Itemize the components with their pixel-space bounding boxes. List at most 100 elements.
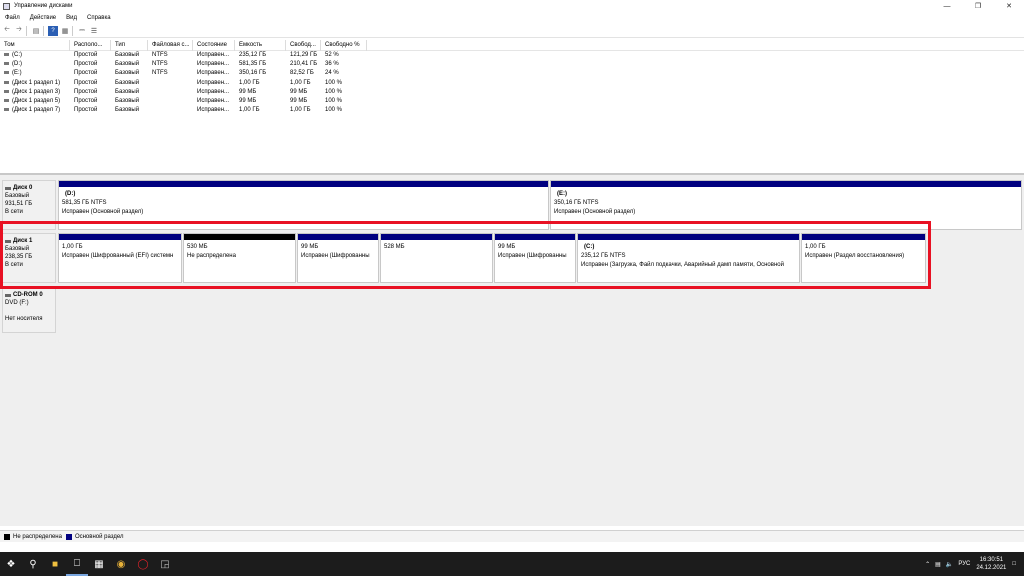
start-windows-icon[interactable]: ❖: [0, 552, 22, 576]
settings-list-icon[interactable]: ☰: [89, 26, 99, 36]
menu-action[interactable]: Действие: [25, 15, 61, 21]
table-cell: Простой: [70, 69, 111, 78]
partition-5[interactable]: 99 МБ Исправен (Шифрованны: [494, 233, 576, 283]
table-cell: Исправен...: [193, 79, 235, 88]
column-header-layout[interactable]: Располо...: [70, 39, 111, 51]
legend-primary-swatch: [65, 533, 72, 540]
app-icon[interactable]: ◲: [154, 552, 176, 576]
network-icon[interactable]: ▤: [935, 561, 941, 568]
column-header-capacity[interactable]: Емкость: [235, 39, 286, 51]
partition-3[interactable]: 99 МБ Исправен (Шифрованны: [297, 233, 379, 283]
table-row[interactable]: (Диск 1 раздел 1) Простой Базовый Исправен.…: [0, 79, 1024, 88]
forward-arrow-icon[interactable]: 🡢: [14, 26, 24, 36]
partition-e[interactable]: (E:) 350,16 ГБ NTFS Исправен (Основной р…: [550, 180, 1022, 230]
table-cell: Исправен...: [193, 51, 235, 60]
disk-0-label[interactable]: Диск 0 Базовый 931,51 ГБ В сети: [2, 180, 56, 230]
cell-text: (C:): [12, 52, 22, 59]
table-row[interactable]: (Диск 1 раздел 7) Простой Базовый Исправен.…: [0, 106, 1024, 115]
cell-text: 581,35 ГБ: [239, 61, 267, 68]
cell-text: 36 %: [325, 61, 339, 68]
disk-1-label[interactable]: Диск 1 Базовый 238,35 ГБ В сети: [2, 233, 56, 283]
volume-icon: [4, 62, 9, 66]
minimize-button[interactable]: —: [932, 0, 962, 12]
file-explorer-icon[interactable]: ■: [44, 552, 66, 576]
calculator-icon[interactable]: ▦: [88, 552, 110, 576]
clock[interactable]: 16:30:51 24.12.2021: [976, 556, 1006, 572]
table-cell: (Диск 1 раздел 5): [0, 97, 70, 106]
partition-recovery[interactable]: 1,00 ГБ Исправен (Раздел восстановления): [801, 233, 926, 283]
partition-d[interactable]: (D:) 581,35 ГБ NTFS Исправен (Основной р…: [58, 180, 549, 230]
connect-disk-icon[interactable]: ⎓: [77, 26, 87, 36]
cell-text: 99 МБ: [239, 98, 257, 105]
cell-text: Исправен...: [197, 107, 230, 114]
table-cell: 52 %: [321, 51, 367, 60]
table-cell: (E:): [0, 69, 70, 78]
table-cell: 1,00 ГБ: [235, 106, 286, 115]
column-header-free-percent[interactable]: Свободно %: [321, 39, 367, 51]
disk-0-status: В сети: [5, 209, 23, 215]
column-header-type[interactable]: Тип: [111, 39, 148, 51]
cell-text: Исправен...: [197, 79, 230, 86]
cell-text: 350,16 ГБ: [239, 70, 267, 77]
partition-c[interactable]: (C:) 235,12 ГБ NTFS Исправен (Загрузка, …: [577, 233, 800, 283]
cell-text: 100 %: [325, 98, 343, 105]
partition-efi[interactable]: 1,00 ГБ Исправен (Шифрованный (EFI) сист…: [58, 233, 182, 283]
partition-4[interactable]: 528 МБ: [380, 233, 493, 283]
table-cell: Простой: [70, 60, 111, 69]
table-cell: NTFS: [148, 69, 193, 78]
clock-date: 24.12.2021: [976, 565, 1007, 571]
partition-status: Исправен (Шифрованный (EFI) системн: [62, 253, 174, 259]
table-cell: Исправен...: [193, 88, 235, 97]
tray-chevron-icon[interactable]: ⌃: [925, 561, 930, 568]
table-cell: Простой: [70, 88, 111, 97]
table-row[interactable]: (Диск 1 раздел 3) Простой Базовый Исправен.…: [0, 88, 1024, 97]
table-cell: 100 %: [321, 88, 367, 97]
cell-text: Исправен...: [197, 88, 230, 95]
notification-icon[interactable]: □: [1012, 561, 1016, 567]
disk-icon: [5, 186, 11, 190]
partition-size: 1,00 ГБ: [805, 244, 826, 250]
close-button[interactable]: ✕: [994, 0, 1024, 12]
search-icon[interactable]: ⚲: [22, 552, 44, 576]
partition-unallocated[interactable]: 530 МБ Не распределена: [183, 233, 296, 283]
table-row[interactable]: (E:) Простой Базовый NTFS Исправен... 350,16 …: [0, 69, 1024, 78]
column-header-status[interactable]: Состояние: [193, 39, 235, 51]
properties-icon[interactable]: ▦: [60, 26, 70, 36]
disk-1-name: Диск 1: [13, 238, 33, 244]
cell-text: Базовый: [115, 88, 140, 95]
help-icon[interactable]: ?: [48, 25, 58, 36]
cell-text: Базовый: [115, 61, 140, 68]
cell-text: 99 МБ: [290, 98, 308, 105]
clock-time: 16:30:51: [979, 557, 1004, 563]
disk-management-taskbar-icon[interactable]: ⎕: [66, 552, 88, 576]
cdrom-label[interactable]: CD-ROM 0 DVD (F:) Нет носителя: [2, 287, 56, 333]
volume-icon[interactable]: 🔈: [946, 561, 953, 568]
table-row[interactable]: (C:) Простой Базовый NTFS Исправен... 235,12 …: [0, 51, 1024, 60]
column-header-filesystem[interactable]: Файловая с...: [148, 39, 193, 51]
chrome-icon[interactable]: ◉: [110, 552, 132, 576]
back-arrow-icon[interactable]: 🡠: [2, 26, 12, 36]
menu-view[interactable]: Вид: [61, 15, 82, 21]
cell-text: Базовый: [115, 70, 140, 77]
table-row[interactable]: (D:) Простой Базовый NTFS Исправен... 581,35 …: [0, 60, 1024, 69]
opera-icon[interactable]: ◯: [132, 552, 154, 576]
table-row[interactable]: (Диск 1 раздел 5) Простой Базовый Исправен.…: [0, 97, 1024, 106]
column-header-volume[interactable]: Том: [0, 39, 70, 51]
cell-text: NTFS: [152, 70, 168, 77]
cell-text: 24 %: [325, 70, 339, 77]
cell-text: 1,00 ГБ: [290, 79, 311, 86]
column-header-free-space[interactable]: Свобод...: [286, 39, 321, 51]
partition-size: 350,16 ГБ NTFS: [554, 200, 599, 206]
disk-1-size: 238,35 ГБ: [5, 254, 33, 260]
maximize-button[interactable]: ❐: [963, 0, 993, 12]
cell-text: Базовый: [115, 98, 140, 105]
list-view-icon[interactable]: ▤: [31, 26, 41, 36]
partition-status: Исправен (Шифрованны: [301, 253, 370, 259]
disk-0-size: 931,51 ГБ: [5, 201, 33, 207]
table-cell: 121,29 ГБ: [286, 51, 321, 60]
menu-file[interactable]: Файл: [0, 15, 25, 21]
table-cell: (Диск 1 раздел 7): [0, 106, 70, 115]
language-indicator[interactable]: РУС: [958, 561, 970, 567]
menu-help[interactable]: Справка: [82, 15, 116, 21]
table-cell: Исправен...: [193, 97, 235, 106]
